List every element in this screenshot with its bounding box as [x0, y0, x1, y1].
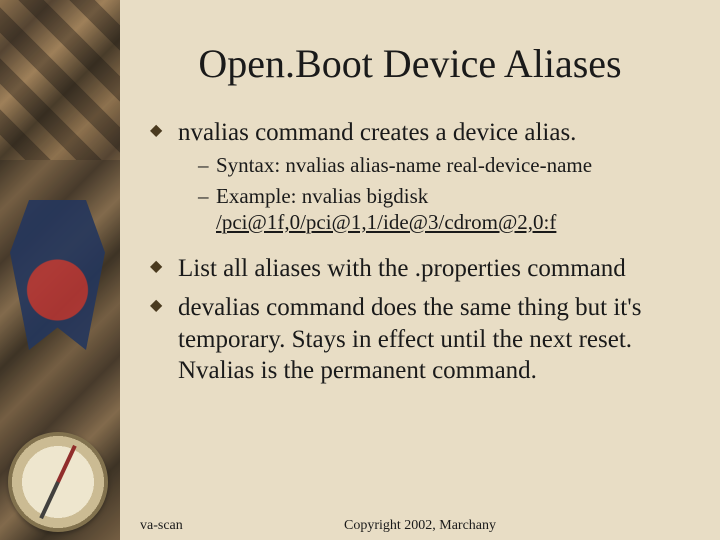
- slide-body: Open.Boot Device Aliases nvalias command…: [120, 0, 720, 540]
- decorative-side-strip: [0, 0, 120, 540]
- bullet-text: nvalias command creates a device alias.: [178, 119, 576, 146]
- device-path-link: /pci@1f,0/pci@1,1/ide@3/cdrom@2,0:f: [216, 210, 556, 234]
- bullet-list: nvalias command creates a device alias. …: [140, 117, 680, 386]
- sub-bullet-text: Example: nvalias bigdisk: [216, 184, 428, 208]
- bullet-item: List all aliases with the .properties co…: [150, 253, 680, 284]
- sub-bullet-item: Syntax: nvalias alias-name real-device-n…: [198, 152, 680, 178]
- slide-title: Open.Boot Device Aliases: [140, 40, 680, 87]
- compass-icon: [8, 432, 108, 532]
- footer-copyright: Copyright 2002, Marchany: [120, 518, 720, 534]
- bullet-item: nvalias command creates a device alias. …: [150, 117, 680, 245]
- sub-bullet-item: Example: nvalias bigdisk /pci@1f,0/pci@1…: [198, 183, 680, 236]
- sub-bullet-list: Syntax: nvalias alias-name real-device-n…: [178, 148, 680, 245]
- bullet-item: devalias command does the same thing but…: [150, 292, 680, 386]
